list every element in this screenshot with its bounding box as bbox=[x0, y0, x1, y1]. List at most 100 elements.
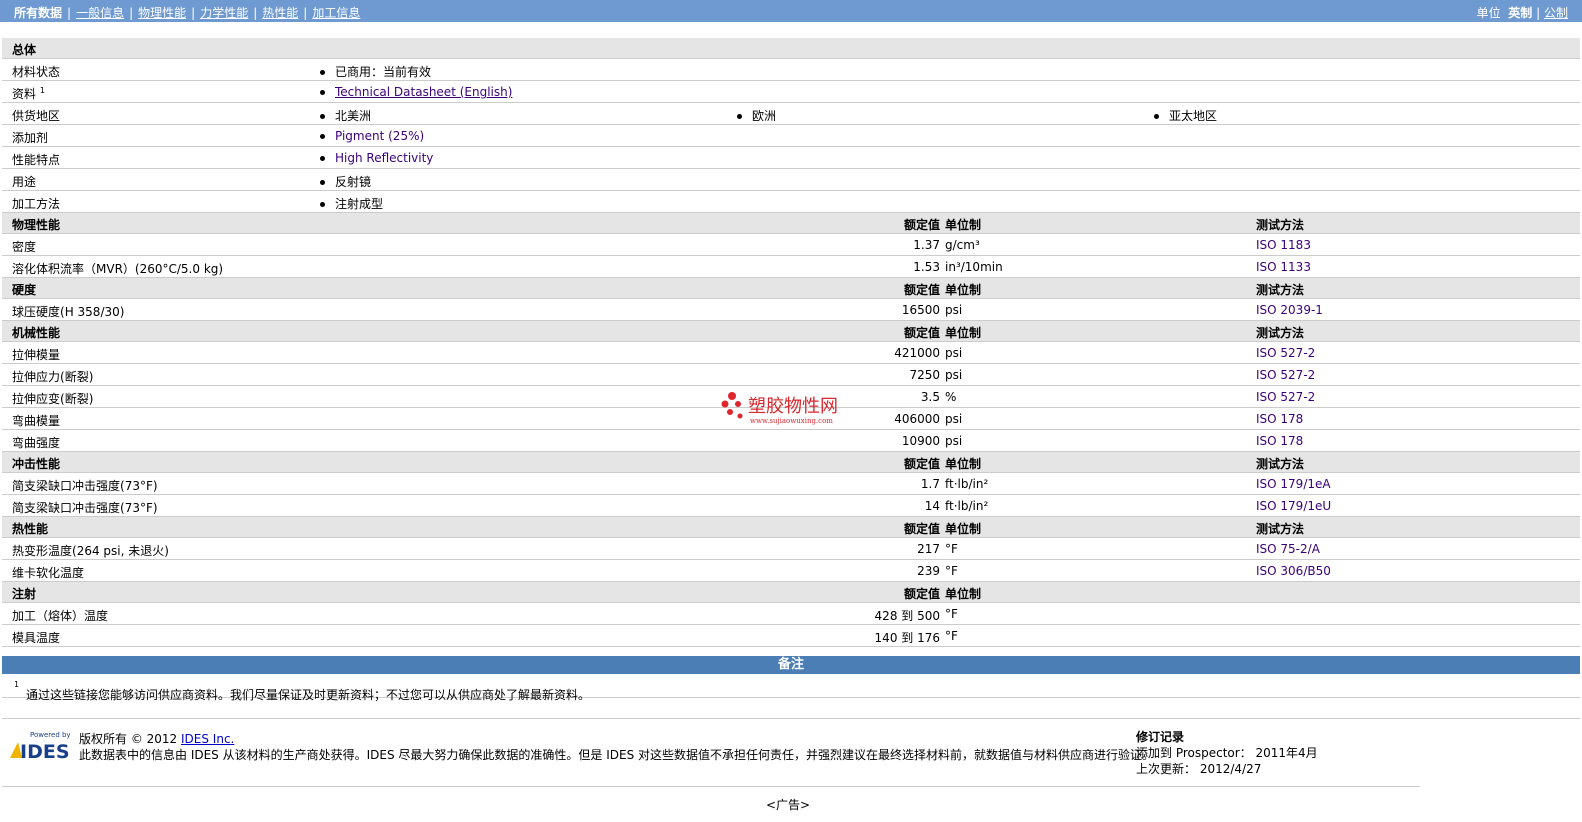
row-value: 1.53 bbox=[913, 260, 940, 274]
list-item: 已商用：当前有效 bbox=[320, 63, 431, 80]
table-row: 模具温度 140 到 176 °F bbox=[2, 625, 1580, 647]
nav-general-info[interactable]: 一般信息 bbox=[76, 6, 124, 20]
row-value: 16500 bbox=[901, 303, 940, 317]
table-row: 球压硬度(H 358/30) 16500 psi ISO 2039-1 bbox=[2, 299, 1580, 321]
col-method: 测试方法 bbox=[1256, 522, 1305, 536]
row-value: 14 bbox=[924, 499, 940, 513]
unit-switch: 单位 英制 | 公制 bbox=[1476, 6, 1568, 20]
section-title: 物理性能 bbox=[12, 218, 61, 232]
copyright-block: 版权所有 © 2012 IDES Inc. 此数据表中的信息由 IDES 从该材… bbox=[79, 732, 1155, 762]
row-label: 资料 1 bbox=[12, 86, 45, 101]
nav-physical[interactable]: 物理性能 bbox=[138, 6, 186, 20]
nav-mechanical[interactable]: 力学性能 bbox=[200, 6, 248, 20]
ides-logo: Powered by IDES bbox=[10, 731, 70, 760]
note-item: 1 通过这些链接您能够访问供应商资料。我们尽量保证及时更新资料；不过您可以从供应… bbox=[2, 674, 1580, 702]
list-item: High Reflectivity bbox=[320, 151, 433, 165]
nav-processing[interactable]: 加工信息 bbox=[312, 6, 360, 20]
row-unit: °F bbox=[945, 564, 958, 578]
row-label: 密度 bbox=[12, 240, 37, 254]
row-method: ISO 527-2 bbox=[1256, 390, 1316, 404]
row-unit: ft·lb/in² bbox=[945, 499, 989, 513]
revision-added: 添加到 Prospector： 2011年4月 bbox=[1136, 746, 1318, 760]
col-method: 测试方法 bbox=[1256, 283, 1305, 297]
table-row: 加工方法 注射成型 bbox=[2, 191, 1580, 213]
row-method: ISO 179/1eA bbox=[1256, 477, 1331, 491]
row-label: 维卡软化温度 bbox=[12, 566, 85, 580]
top-nav-bar: 所有数据 | 一般信息 | 物理性能 | 力学性能 | 热性能 | 加工信息 单位 英制 | 公制 bbox=[0, 0, 1582, 22]
table-row: 加工（熔体）温度 428 到 500 °F bbox=[2, 603, 1580, 625]
section-header: 物理性能 额定值 单位制 测试方法 bbox=[2, 213, 1580, 234]
nav-all-data[interactable]: 所有数据 bbox=[14, 6, 62, 20]
row-label: 溶化体积流率（MVR）(260°C/5.0 kg) bbox=[12, 262, 224, 276]
section-title: 注射 bbox=[12, 587, 37, 601]
datasheet-table: 总体 材料状态 已商用：当前有效 资料 1 Technical Datashee… bbox=[2, 38, 1580, 647]
col-nominal: 额定值 bbox=[903, 457, 940, 471]
table-row: 溶化体积流率（MVR）(260°C/5.0 kg) 1.53 in³/10min IS… bbox=[2, 256, 1580, 278]
section-title: 硬度 bbox=[12, 283, 37, 297]
svg-text:Powered by: Powered by bbox=[30, 731, 70, 739]
section-title: 机械性能 bbox=[12, 326, 61, 340]
col-nominal: 额定值 bbox=[903, 283, 940, 297]
section-header: 机械性能 额定值 单位制 测试方法 bbox=[2, 321, 1580, 342]
row-value: 217 bbox=[917, 542, 940, 556]
unit-metric[interactable]: 公制 bbox=[1544, 6, 1568, 20]
row-unit: psi bbox=[945, 434, 963, 448]
property-sections: 物理性能 额定值 单位制 测试方法 密度 1.37 g/cm³ ISO 1183 溶化体积流率（… bbox=[2, 213, 1580, 647]
svg-text:塑胶物性网: 塑胶物性网 bbox=[748, 396, 838, 417]
col-nominal: 额定值 bbox=[903, 522, 940, 536]
row-value: 406000 bbox=[894, 412, 940, 426]
row-label: 弯曲模量 bbox=[12, 414, 61, 428]
row-label: 拉伸模量 bbox=[12, 348, 61, 362]
revision-title: 修订记录 bbox=[1136, 730, 1185, 744]
table-row: 弯曲强度 10900 psi ISO 178 bbox=[2, 430, 1580, 452]
table-row: 拉伸模量 421000 psi ISO 527-2 bbox=[2, 342, 1580, 364]
col-unit: 单位制 bbox=[945, 283, 982, 297]
table-row: 密度 1.37 g/cm³ ISO 1183 bbox=[2, 234, 1580, 256]
section-header: 冲击性能 额定值 单位制 测试方法 bbox=[2, 452, 1580, 473]
ad-label: <广告> bbox=[766, 798, 811, 812]
table-row: 供货地区 北美洲 欧洲 亚太地区 bbox=[2, 103, 1580, 125]
disclaimer-text: 此数据表中的信息由 IDES 从该材料的生产商处获得。IDES 尽最大努力确保此… bbox=[79, 748, 1155, 762]
svg-text:www.sujiaowuxing.com: www.sujiaowuxing.com bbox=[750, 417, 833, 425]
row-value: 7250 bbox=[909, 368, 940, 382]
row-value: 239 bbox=[917, 564, 940, 578]
section-header-general: 总体 bbox=[2, 38, 1580, 59]
col-unit: 单位制 bbox=[945, 457, 982, 471]
section-title: 热性能 bbox=[12, 522, 49, 536]
table-row: 资料 1 Technical Datasheet (English) bbox=[2, 81, 1580, 103]
company-link[interactable]: IDES Inc. bbox=[181, 732, 234, 746]
divider bbox=[2, 718, 1580, 719]
row-unit: in³/10min bbox=[945, 260, 1003, 274]
col-unit: 单位制 bbox=[945, 587, 982, 601]
table-row: 热变形温度(264 psi, 未退火) 217 °F ISO 75-2/A bbox=[2, 538, 1580, 560]
section-nav: 所有数据 | 一般信息 | 物理性能 | 力学性能 | 热性能 | 加工信息 bbox=[14, 6, 361, 20]
row-value: 140 到 176 bbox=[874, 631, 940, 645]
datasheet-link[interactable]: Technical Datasheet (English) bbox=[335, 85, 512, 99]
table-row: 添加剂 Pigment (25%) bbox=[2, 125, 1580, 147]
row-method: ISO 1183 bbox=[1256, 238, 1311, 252]
unit-imperial[interactable]: 英制 bbox=[1508, 6, 1532, 20]
revision-history: 修订记录 添加到 Prospector： 2011年4月 上次更新： 2012/… bbox=[1136, 729, 1318, 777]
list-item: 注射成型 bbox=[320, 195, 383, 212]
row-unit: psi bbox=[945, 368, 963, 382]
row-unit: % bbox=[945, 390, 957, 404]
row-label: 加工方法 bbox=[12, 197, 61, 211]
list-item: 欧洲 bbox=[737, 107, 776, 124]
row-method: ISO 1133 bbox=[1256, 260, 1311, 274]
row-label: 供货地区 bbox=[12, 109, 61, 123]
col-nominal: 额定值 bbox=[903, 218, 940, 232]
row-value: 428 到 500 bbox=[874, 609, 940, 623]
row-label: 加工（熔体）温度 bbox=[12, 609, 109, 623]
divider bbox=[2, 786, 1420, 787]
notes-header: 备注 bbox=[2, 656, 1580, 674]
row-label: 性能特点 bbox=[12, 153, 61, 167]
row-label: 简支梁缺口冲击强度(73°F) bbox=[12, 501, 158, 515]
nav-thermal[interactable]: 热性能 bbox=[262, 6, 298, 20]
row-label: 简支梁缺口冲击强度(73°F) bbox=[12, 479, 158, 493]
row-unit: g/cm³ bbox=[945, 238, 980, 252]
row-label: 材料状态 bbox=[12, 65, 61, 79]
table-row: 材料状态 已商用：当前有效 bbox=[2, 59, 1580, 81]
section-header: 硬度 额定值 单位制 测试方法 bbox=[2, 278, 1580, 299]
row-method: ISO 527-2 bbox=[1256, 346, 1316, 360]
unit-label: 单位 bbox=[1476, 6, 1501, 20]
